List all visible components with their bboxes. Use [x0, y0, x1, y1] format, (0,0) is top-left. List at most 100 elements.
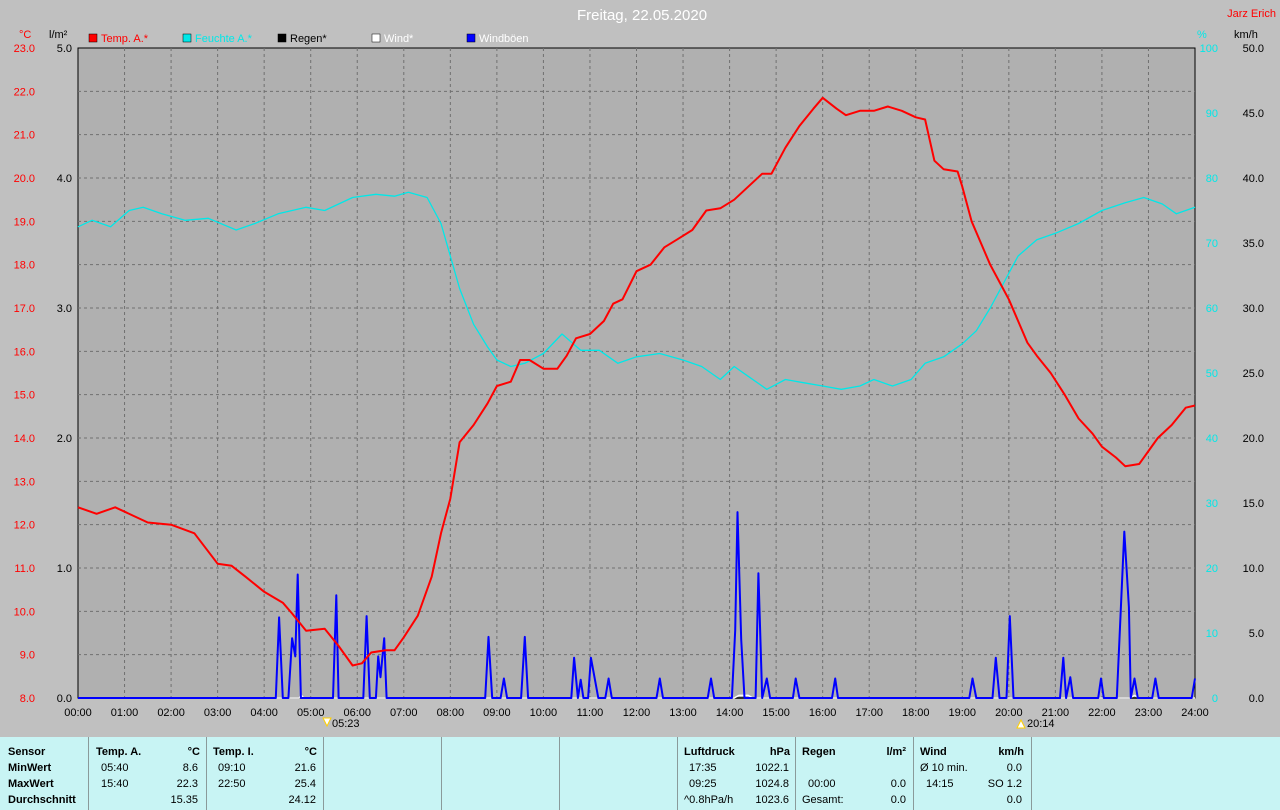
temp-tick-label: 21.0: [14, 130, 35, 142]
temp-tick-label: 11.0: [14, 563, 35, 575]
temp-a-min-value: 8.6: [182, 762, 198, 774]
legend-label: Temp. A.*: [101, 33, 149, 45]
temp-tick-label: 9.0: [20, 650, 35, 662]
statistics-panel: Sensor MinWert MaxWert Durchschnitt Temp…: [0, 737, 1280, 810]
pressure-max-time: 09:25: [689, 778, 717, 790]
temp-a-max-time: 15:40: [101, 778, 129, 790]
legend-swatch: [466, 33, 476, 43]
rain-unit-label: l/m²: [49, 29, 68, 41]
time-tick-label: 13:00: [669, 707, 697, 719]
humidity-tick-label: 40: [1206, 433, 1218, 445]
time-tick-label: 05:00: [297, 707, 325, 719]
time-tick-label: 01:00: [111, 707, 139, 719]
wind-tick-label: 20.0: [1243, 433, 1264, 445]
temp-i-avg-value: 24.12: [288, 794, 316, 806]
panel-divider: [1031, 737, 1032, 810]
weather-chart: 8.0 9.0 10.0 11.0 12.0 13.0 14.0 15.0 16.0 17.0 18…: [0, 0, 1280, 737]
rain-header: Regen: [802, 746, 836, 758]
time-tick-label: 22:00: [1088, 707, 1116, 719]
time-tick-label: 23:00: [1135, 707, 1163, 719]
panel-divider: [88, 737, 89, 810]
wind-tick-label: 30.0: [1243, 303, 1264, 315]
temp-tick-label: 13.0: [14, 476, 35, 488]
panel-divider: [677, 737, 678, 810]
time-tick-label: 00:00: [64, 707, 92, 719]
wind-avg10-label: Ø 10 min.: [920, 762, 968, 774]
humidity-tick-label: 50: [1206, 368, 1218, 380]
wind-tick-label: 15.0: [1243, 498, 1264, 510]
weather-chart-window: 8.0 9.0 10.0 11.0 12.0 13.0 14.0 15.0 16.0 17.0 18…: [0, 0, 1280, 810]
legend-label: Wind*: [384, 33, 414, 45]
wind-avg10-value: 0.0: [1006, 762, 1022, 774]
sunset-time: 20:14: [1027, 718, 1055, 730]
time-tick-label: 04:00: [250, 707, 278, 719]
temp-a-avg-value: 15.35: [170, 794, 198, 806]
rain-tick-label: 2.0: [57, 433, 72, 445]
legend-swatch: [371, 33, 381, 43]
temp-i-min-value: 21.6: [294, 762, 316, 774]
rain-max-value: 0.0: [890, 778, 906, 790]
temp-i-min-time: 09:10: [218, 762, 246, 774]
temp-tick-label: 8.0: [20, 693, 35, 705]
temp-tick-label: 18.0: [14, 260, 35, 272]
time-tick-label: 12:00: [623, 707, 651, 719]
temp-tick-label: 20.0: [14, 173, 35, 185]
sensor-header: Sensor: [8, 746, 46, 758]
legend-swatch: [182, 33, 192, 43]
legend-label: Windböen: [479, 33, 529, 45]
temp-tick-label: 23.0: [14, 43, 35, 55]
time-tick-label: 20:00: [995, 707, 1023, 719]
panel-divider: [559, 737, 560, 810]
pressure-max-value: 1024.8: [755, 778, 789, 790]
legend-swatch: [88, 33, 98, 43]
pressure-avg-value: 1023.6: [755, 794, 789, 806]
time-tick-label: 02:00: [157, 707, 185, 719]
pressure-trend: ^0.8hPa/h: [684, 794, 734, 806]
time-tick-label: 18:00: [902, 707, 930, 719]
time-tick-label: 03:00: [204, 707, 232, 719]
wind-unit-label: km/h: [1234, 29, 1258, 41]
wind-tick-label: 45.0: [1243, 108, 1264, 120]
wind-max-value: SO 1.2: [987, 778, 1022, 790]
pressure-min-value: 1022.1: [755, 762, 789, 774]
temp-a-max-value: 22.3: [176, 778, 198, 790]
max-label: MaxWert: [8, 778, 54, 790]
rain-tick-label: 3.0: [57, 303, 72, 315]
pressure-min-time: 17:35: [689, 762, 717, 774]
time-tick-label: 14:00: [716, 707, 744, 719]
wind-tick-label: 35.0: [1243, 238, 1264, 250]
temp-i-unit: °C: [304, 746, 317, 758]
time-tick-label: 11:00: [577, 707, 604, 719]
rain-total-label: Gesamt:: [802, 794, 844, 806]
temp-tick-label: 19.0: [14, 216, 35, 228]
panel-divider: [795, 737, 796, 810]
temp-tick-label: 22.0: [14, 86, 35, 98]
temp-tick-label: 15.0: [14, 390, 35, 402]
wind-total-value: 0.0: [1006, 794, 1022, 806]
temp-a-header: Temp. A.: [96, 746, 142, 758]
temp-i-header: Temp. I.: [213, 746, 254, 758]
legend-swatch: [277, 33, 287, 43]
temp-tick-label: 16.0: [14, 346, 35, 358]
rain-tick-label: 5.0: [57, 43, 72, 55]
legend-label: Feuchte A.*: [195, 33, 253, 45]
wind-tick-label: 40.0: [1243, 173, 1264, 185]
temp-a-min-time: 05:40: [101, 762, 129, 774]
panel-divider: [913, 737, 914, 810]
rain-tick-label: 4.0: [57, 173, 72, 185]
temp-tick-label: 12.0: [14, 520, 35, 532]
chart-title: Freitag, 22.05.2020: [577, 7, 707, 24]
rain-tick-label: 0.0: [57, 693, 72, 705]
time-tick-label: 24:00: [1181, 707, 1209, 719]
wind-tick-label: 5.0: [1249, 628, 1264, 640]
pressure-header: Luftdruck: [684, 746, 735, 758]
author-label: Jarz Erich: [1227, 8, 1276, 20]
min-label: MinWert: [8, 762, 52, 774]
temp-tick-label: 14.0: [14, 433, 35, 445]
humidity-tick-label: 30: [1206, 498, 1218, 510]
avg-label: Durchschnitt: [8, 794, 76, 806]
rain-total-value: 0.0: [890, 794, 906, 806]
humidity-tick-label: 90: [1206, 108, 1218, 120]
rain-max-time: 00:00: [808, 778, 836, 790]
time-tick-label: 09:00: [483, 707, 511, 719]
